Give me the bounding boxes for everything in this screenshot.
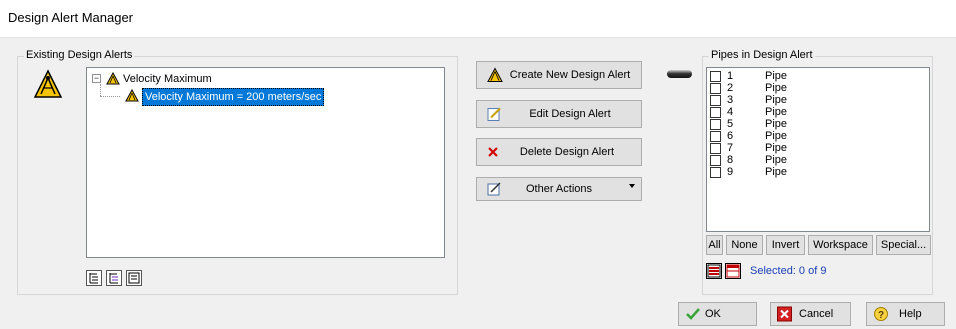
check-icon [686, 308, 700, 320]
pipe-number: 2 [727, 82, 734, 94]
other-actions-dropdown[interactable]: Other Actions [476, 177, 642, 201]
pipe-number: 5 [727, 118, 734, 130]
chevron-down-icon [629, 184, 635, 188]
select-all-button[interactable]: All [706, 235, 723, 255]
invert-selection-button[interactable]: Invert [766, 235, 805, 255]
pipe-checkbox[interactable] [710, 71, 721, 82]
cancel-button[interactable]: Cancel [770, 302, 851, 326]
pipe-number: 8 [727, 154, 734, 166]
select-none-button[interactable]: None [726, 235, 763, 255]
pipe-number: 9 [727, 166, 734, 178]
list-view-icon[interactable] [706, 263, 722, 279]
existing-alerts-group: Existing Design Alerts − Velocity Maximu… [17, 49, 458, 295]
pipe-number: 6 [727, 130, 734, 142]
special-selection-button[interactable]: Special... [876, 235, 931, 255]
pipe-checkbox[interactable] [710, 131, 721, 142]
pipe-number: 3 [727, 94, 734, 106]
delete-alert-label: Delete Design Alert [519, 146, 615, 158]
existing-alerts-label: Existing Design Alerts [24, 49, 135, 61]
pipe-icon [667, 70, 692, 78]
pipes-group: Pipes in Design Alert 1 Pipe 2 Pipe 3 Pi… [702, 49, 933, 295]
pipe-name: Pipe [765, 82, 788, 94]
tree-connector-v [100, 84, 101, 96]
pipe-number: 4 [727, 106, 734, 118]
pipe-checkbox[interactable] [710, 155, 721, 166]
ok-button[interactable]: OK [678, 302, 757, 326]
pipe-checkbox[interactable] [710, 119, 721, 130]
pipe-checkbox[interactable] [710, 95, 721, 106]
pipe-list[interactable]: 1 Pipe 2 Pipe 3 Pipe 4 Pipe 5 Pipe 6 Pip… [706, 67, 930, 232]
ok-label: OK [705, 308, 721, 320]
tree-item-label-selected: Velocity Maximum = 200 meters/sec [142, 88, 325, 106]
create-alert-button[interactable]: Create New Design Alert [476, 61, 642, 89]
expand-all-icon[interactable] [86, 270, 102, 286]
help-icon: ? [874, 307, 888, 321]
svg-text:?: ? [878, 310, 884, 321]
pipe-name: Pipe [765, 94, 788, 106]
delete-alert-button[interactable]: Delete Design Alert [476, 138, 642, 166]
window-title: Design Alert Manager [8, 10, 134, 25]
title-bar: Design Alert Manager [0, 0, 956, 38]
tree-connector-h [100, 96, 120, 97]
help-button[interactable]: ? Help [866, 302, 945, 326]
pipe-checkbox[interactable] [710, 143, 721, 154]
design-alert-icon [33, 69, 63, 98]
pipe-name: Pipe [765, 106, 788, 118]
pipe-number: 1 [727, 70, 734, 82]
pipe-checkbox[interactable] [710, 167, 721, 178]
cancel-icon [777, 306, 792, 322]
split-view-icon[interactable] [725, 263, 741, 279]
tree-options-icon[interactable] [126, 270, 142, 286]
tree-item-label: Velocity Maximum [123, 73, 212, 85]
pipe-checkbox[interactable] [710, 83, 721, 94]
pipes-group-label: Pipes in Design Alert [709, 49, 815, 61]
help-label: Help [899, 308, 922, 320]
edit-alert-button[interactable]: Edit Design Alert [476, 100, 642, 128]
selected-count: Selected: 0 of 9 [750, 265, 827, 277]
warning-icon [106, 72, 120, 85]
pipe-name: Pipe [765, 118, 788, 130]
pipe-name: Pipe [765, 70, 788, 82]
collapse-all-icon[interactable] [106, 270, 122, 286]
pipe-name: Pipe [765, 166, 788, 178]
pipe-name: Pipe [765, 154, 788, 166]
pipe-name: Pipe [765, 142, 788, 154]
edit-alert-label: Edit Design Alert [529, 108, 611, 120]
pipe-checkbox[interactable] [710, 107, 721, 118]
collapse-icon[interactable]: − [92, 74, 101, 83]
pipe-number: 7 [727, 142, 734, 154]
workspace-selection-button[interactable]: Workspace [808, 235, 873, 255]
other-actions-label: Other Actions [525, 183, 593, 195]
cancel-label: Cancel [799, 308, 834, 320]
pipe-name: Pipe [765, 130, 788, 142]
alerts-tree[interactable]: − Velocity Maximum Velocity Maximum = 20… [86, 67, 445, 258]
create-alert-label: Create New Design Alert [509, 69, 631, 81]
warning-icon [125, 89, 139, 102]
